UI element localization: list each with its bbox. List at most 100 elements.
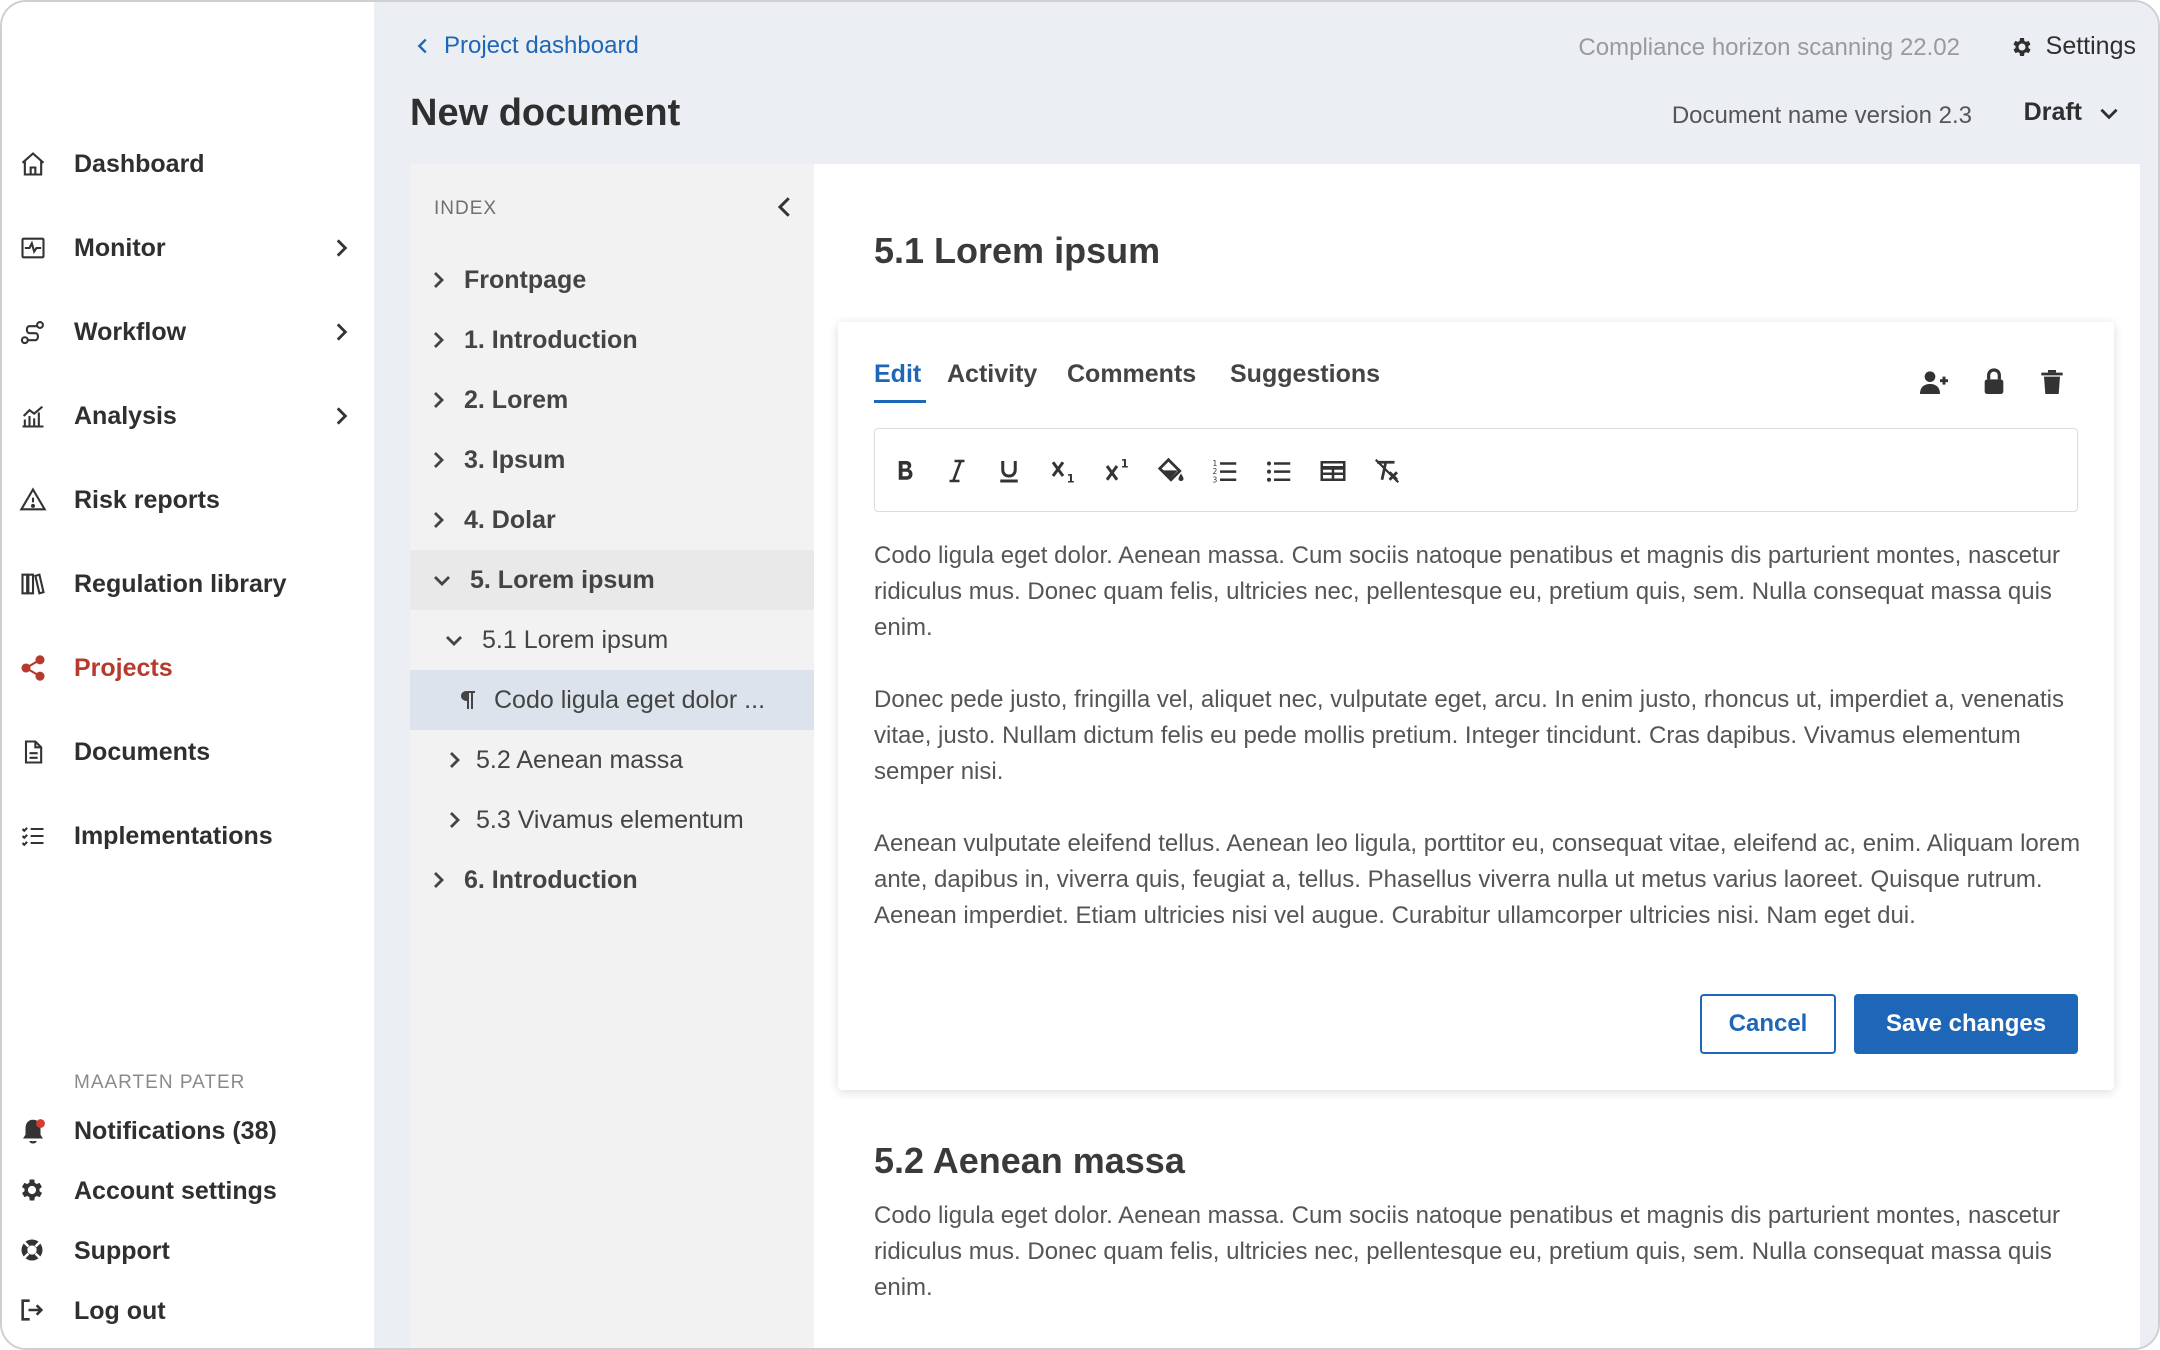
tab-activity[interactable]: Activity	[947, 360, 1037, 389]
chevron-right-icon	[434, 512, 444, 528]
sidebar-item-monitor[interactable]: Monitor	[2, 216, 374, 280]
editor-paragraph[interactable]: Codo ligula eget dolor. Aenean massa. Cu…	[874, 538, 2084, 646]
tab-suggestions[interactable]: Suggestions	[1230, 360, 1380, 389]
account-settings-item[interactable]: Account settings	[2, 1166, 374, 1216]
lifebuoy-icon	[18, 1236, 48, 1266]
svg-text:3: 3	[1213, 475, 1218, 484]
index-item-label: Frontpage	[464, 265, 587, 294]
monitor-icon	[18, 233, 48, 263]
sidebar-item-projects[interactable]: Projects	[2, 636, 374, 700]
numbered-list-icon[interactable]: 123	[1207, 453, 1243, 489]
index-item-label: 5.3 Vivamus elementum	[476, 805, 744, 834]
settings-label: Settings	[2045, 32, 2136, 60]
editor-card: Edit Activity Comments Suggestions 1 1 1…	[838, 322, 2114, 1090]
sidebar-item-label: Analysis	[74, 401, 177, 430]
sidebar-item-label: Dashboard	[74, 149, 205, 178]
index-item-label: 4. Dolar	[464, 505, 556, 534]
account-settings-label: Account settings	[74, 1176, 277, 1205]
user-name-caption: MAARTEN PATER	[74, 1072, 246, 1093]
index-item-label: Codo ligula eget dolor ...	[494, 685, 766, 714]
index-item[interactable]: 2. Lorem	[410, 370, 814, 430]
underline-icon[interactable]	[991, 453, 1027, 489]
chevron-down-icon	[446, 636, 462, 646]
chevron-left-icon	[417, 38, 427, 54]
gear-icon	[18, 1176, 48, 1206]
index-item-expanded[interactable]: 5. Lorem ipsum	[410, 550, 814, 610]
chevron-right-icon	[434, 872, 444, 888]
chevron-right-icon	[450, 752, 460, 768]
chevron-down-icon	[2100, 108, 2118, 119]
sidebar-item-analysis[interactable]: Analysis	[2, 384, 374, 448]
index-item-label: 3. Ipsum	[464, 445, 566, 474]
logout-item[interactable]: Log out	[2, 1286, 374, 1336]
chevron-right-icon	[336, 407, 348, 425]
cancel-button[interactable]: Cancel	[1700, 994, 1836, 1054]
sidebar-item-regulation-library[interactable]: Regulation library	[2, 552, 374, 616]
back-link[interactable]: Project dashboard	[412, 32, 639, 60]
settings-button[interactable]: Settings	[2010, 32, 2136, 61]
index-item[interactable]: 6. Introduction	[410, 850, 814, 910]
sidebar-item-label: Monitor	[74, 233, 166, 262]
chevron-down-icon	[434, 576, 450, 586]
tab-edit[interactable]: Edit	[874, 360, 921, 389]
chevron-right-icon	[336, 323, 348, 341]
gear-icon	[2013, 37, 2031, 56]
checklist-icon	[18, 821, 48, 851]
chevron-right-icon	[450, 812, 460, 828]
share-icon	[18, 653, 48, 683]
bullet-list-icon[interactable]	[1261, 453, 1297, 489]
save-changes-button[interactable]: Save changes	[1854, 994, 2078, 1054]
status-dropdown[interactable]: Draft	[2024, 98, 2122, 127]
section-paragraph: Codo ligula eget dolor. Aenean massa. Cu…	[874, 1202, 2061, 1301]
italic-icon[interactable]	[939, 453, 975, 489]
add-user-icon[interactable]	[1918, 366, 1950, 398]
bold-icon[interactable]	[887, 453, 923, 489]
workflow-icon	[18, 317, 48, 347]
status-value: Draft	[2023, 98, 2082, 126]
chevron-right-icon	[434, 392, 444, 408]
app-window: Dashboard Monitor Workflow Analysis Risk…	[0, 0, 2160, 1350]
tab-comments[interactable]: Comments	[1067, 360, 1196, 389]
sidebar-item-label: Projects	[74, 653, 173, 682]
index-item[interactable]: 4. Dolar	[410, 490, 814, 550]
section-title: 5.2 Aenean massa	[874, 1140, 1185, 1181]
index-subitem-expanded[interactable]: 5.1 Lorem ipsum	[410, 610, 814, 670]
sidebar-item-implementations[interactable]: Implementations	[2, 804, 374, 868]
index-caption: INDEX	[434, 198, 498, 219]
table-icon[interactable]	[1315, 453, 1351, 489]
fill-color-icon[interactable]	[1153, 453, 1189, 489]
sidebar: Dashboard Monitor Workflow Analysis Risk…	[2, 2, 374, 1348]
clear-format-icon[interactable]	[1369, 453, 1405, 489]
back-link-label: Project dashboard	[444, 32, 639, 59]
index-item[interactable]: 1. Introduction	[410, 310, 814, 370]
index-item[interactable]: Frontpage	[410, 250, 814, 310]
index-subitem[interactable]: 5.2 Aenean massa	[410, 730, 814, 790]
index-item[interactable]: 3. Ipsum	[410, 430, 814, 490]
trash-icon[interactable]	[2036, 366, 2068, 398]
sidebar-item-workflow[interactable]: Workflow	[2, 300, 374, 364]
sidebar-item-dashboard[interactable]: Dashboard	[2, 132, 374, 196]
index-item-label: 5.2 Aenean massa	[476, 745, 684, 774]
active-tab-indicator	[874, 400, 926, 403]
svg-text:1: 1	[1067, 472, 1075, 485]
superscript-icon[interactable]: 1	[1099, 453, 1135, 489]
index-subitem[interactable]: 5.3 Vivamus elementum	[410, 790, 814, 850]
editor-paragraph[interactable]: Donec pede justo, fringilla vel, aliquet…	[874, 682, 2084, 790]
page-title: New document	[410, 92, 681, 134]
index-item-label: 5.1 Lorem ipsum	[482, 625, 669, 654]
sidebar-item-documents[interactable]: Documents	[2, 720, 374, 784]
formatting-toolbar: 1 1 123	[874, 428, 2078, 512]
lock-icon[interactable]	[1978, 366, 2010, 398]
notifications-item[interactable]: Notifications (38)	[2, 1106, 374, 1156]
logout-icon	[18, 1296, 48, 1326]
paragraph-icon	[461, 691, 475, 709]
subscript-icon[interactable]: 1	[1045, 453, 1081, 489]
editor-paragraph[interactable]: Aenean vulputate eleifend tellus. Aenean…	[874, 826, 2084, 934]
sidebar-item-label: Risk reports	[74, 485, 220, 514]
sidebar-item-risk-reports[interactable]: Risk reports	[2, 468, 374, 532]
collapse-index-icon[interactable]	[770, 192, 800, 222]
index-paragraph-item[interactable]: Codo ligula eget dolor ...	[410, 670, 814, 730]
index-panel: INDEX Frontpage 1. Introduction 2. Lorem…	[410, 164, 814, 1348]
logout-label: Log out	[74, 1296, 166, 1325]
support-item[interactable]: Support	[2, 1226, 374, 1276]
